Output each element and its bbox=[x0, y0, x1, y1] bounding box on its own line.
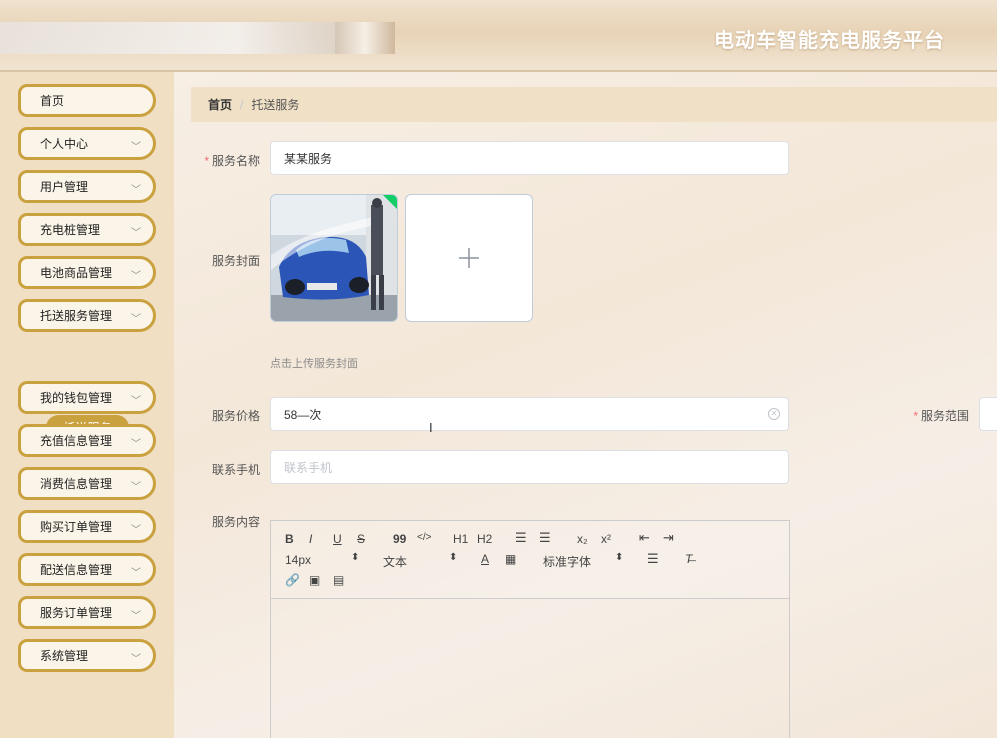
sidebar-item-personal-center[interactable]: 个人中心 ﹀ bbox=[18, 127, 156, 160]
sidebar-item-user-management[interactable]: 用户管理 ﹀ bbox=[18, 170, 156, 203]
strikethrough-icon[interactable]: S bbox=[357, 532, 365, 546]
chevron-down-icon: ﹀ bbox=[131, 611, 141, 622]
sidebar-item-label: 我的钱包管理 bbox=[40, 391, 113, 405]
contact-phone-label: 联系手机 bbox=[211, 463, 260, 477]
heading1-icon[interactable]: H1 bbox=[453, 532, 468, 546]
paragraph-select[interactable]: 文本 bbox=[383, 553, 407, 570]
clear-format-icon[interactable]: T̶ bbox=[685, 552, 692, 566]
chevron-down-icon: ﹀ bbox=[131, 439, 141, 450]
service-name-input[interactable]: 某某服务 bbox=[270, 141, 789, 175]
sidebar-item-label: 服务订单管理 bbox=[40, 606, 113, 620]
breadcrumb-home[interactable]: 首页 bbox=[208, 96, 232, 113]
service-price-value: 58—次 bbox=[284, 407, 322, 422]
sidebar-item-label: 充电桩管理 bbox=[40, 223, 101, 237]
chevron-down-icon: ﹀ bbox=[131, 654, 141, 665]
top-header: 电动车智能充电服务平台 bbox=[0, 0, 997, 72]
chevron-down-icon: ﹀ bbox=[131, 185, 141, 196]
sidebar-item-purchase-orders[interactable]: 购买订单管理 ﹀ bbox=[18, 510, 156, 543]
text-cursor-icon: I bbox=[429, 420, 433, 435]
subscript-icon[interactable]: x₂ bbox=[577, 532, 588, 546]
image-icon[interactable]: ▣ bbox=[309, 573, 320, 587]
sidebar-item-consumption[interactable]: 消费信息管理 ﹀ bbox=[18, 467, 156, 500]
chevron-down-icon: ﹀ bbox=[131, 271, 141, 282]
sidebar-item-label: 用户管理 bbox=[40, 180, 89, 194]
required-marker: * bbox=[204, 154, 209, 168]
service-price-input[interactable]: 58—次 ✕ bbox=[270, 397, 789, 431]
cover-image-thumbnail[interactable] bbox=[270, 194, 398, 322]
chevron-down-icon: ﹀ bbox=[131, 142, 141, 153]
required-marker: * bbox=[913, 409, 918, 423]
video-icon[interactable]: ▤ bbox=[333, 573, 344, 587]
clear-icon[interactable]: ✕ bbox=[768, 408, 780, 420]
upload-add-button[interactable] bbox=[405, 194, 533, 322]
paragraph-arrows-icon[interactable]: ⬍ bbox=[449, 552, 457, 563]
sidebar-item-label: 托送服务管理 bbox=[40, 309, 113, 323]
sidebar: 首页 个人中心 ﹀ 用户管理 ﹀ 充电桩管理 ﹀ 电池商品管理 ﹀ 托送服务管理 ﹀ 托送… bbox=[0, 72, 174, 738]
link-icon[interactable]: 🔗 bbox=[285, 573, 300, 587]
code-icon[interactable]: </> bbox=[417, 532, 431, 543]
editor-toolbar: B I U S 99 </> H1 H2 ☰ ☰ x₂ x² ⇤ ⇥ 14px … bbox=[271, 521, 789, 599]
background-color-icon[interactable]: ▦ bbox=[505, 552, 516, 566]
sidebar-item-label: 首页 bbox=[40, 94, 65, 108]
sidebar-item-home[interactable]: 首页 bbox=[18, 84, 156, 117]
chevron-down-icon: ﹀ bbox=[131, 525, 141, 536]
service-price-label: 服务价格 bbox=[211, 409, 260, 423]
blockquote-icon[interactable]: 99 bbox=[393, 532, 406, 546]
chevron-down-icon: ﹀ bbox=[131, 568, 141, 579]
upload-tip: 点击上传服务封面 bbox=[270, 358, 358, 370]
font-color-icon[interactable]: A bbox=[481, 552, 489, 566]
sidebar-item-recharge[interactable]: 充值信息管理 ﹀ bbox=[18, 424, 156, 457]
chevron-down-icon: ﹀ bbox=[131, 228, 141, 239]
sidebar-item-wallet[interactable]: 我的钱包管理 ﹀ bbox=[18, 381, 156, 414]
sidebar-item-charging-pile[interactable]: 充电桩管理 ﹀ bbox=[18, 213, 156, 246]
sidebar-item-system[interactable]: 系统管理 ﹀ bbox=[18, 639, 156, 672]
breadcrumb-separator: / bbox=[240, 97, 244, 112]
main-content: 首页 / 托送服务 * 服务名称 某某服务 服务封面 点击上传服务封面 服务价格… bbox=[174, 72, 997, 738]
italic-icon[interactable]: I bbox=[309, 532, 312, 546]
align-icon[interactable]: ☰ bbox=[647, 551, 659, 567]
font-size-select[interactable]: 14px bbox=[285, 553, 311, 567]
sidebar-item-towing-service[interactable]: 托送服务管理 ﹀ bbox=[18, 299, 156, 332]
sidebar-item-delivery[interactable]: 配送信息管理 ﹀ bbox=[18, 553, 156, 586]
ordered-list-icon[interactable]: ☰ bbox=[515, 530, 527, 546]
superscript-icon[interactable]: x² bbox=[601, 532, 611, 546]
font-family-arrows-icon[interactable]: ⬍ bbox=[615, 552, 623, 563]
sidebar-item-label: 系统管理 bbox=[40, 649, 89, 663]
font-family-select[interactable]: 标准字体 bbox=[543, 553, 591, 570]
chevron-down-icon: ﹀ bbox=[131, 314, 141, 325]
sidebar-item-label: 购买订单管理 bbox=[40, 520, 113, 534]
sidebar-item-label: 充值信息管理 bbox=[40, 434, 113, 448]
sidebar-item-label: 电池商品管理 bbox=[40, 266, 113, 280]
car-wash-image bbox=[271, 195, 397, 321]
font-size-arrows-icon[interactable]: ⬍ bbox=[351, 552, 359, 563]
sidebar-item-battery-goods[interactable]: 电池商品管理 ﹀ bbox=[18, 256, 156, 289]
chevron-down-icon: ﹀ bbox=[131, 482, 141, 493]
app-title: 电动车智能充电服务平台 bbox=[714, 30, 945, 52]
service-scope-label: * 服务范围 bbox=[913, 409, 969, 423]
chevron-down-icon: ﹀ bbox=[131, 396, 141, 407]
breadcrumb-current: 托送服务 bbox=[251, 98, 300, 112]
plus-icon bbox=[459, 248, 479, 268]
service-content-label: 服务内容 bbox=[211, 515, 260, 529]
service-cover-label: 服务封面 bbox=[211, 254, 260, 268]
rich-text-editor[interactable]: B I U S 99 </> H1 H2 ☰ ☰ x₂ x² ⇤ ⇥ 14px … bbox=[270, 520, 790, 738]
underline-icon[interactable]: U bbox=[333, 532, 342, 546]
contact-phone-input[interactable]: 联系手机 bbox=[270, 450, 789, 484]
sidebar-item-label: 消费信息管理 bbox=[40, 477, 113, 491]
sidebar-item-service-orders[interactable]: 服务订单管理 ﹀ bbox=[18, 596, 156, 629]
indent-icon[interactable]: ⇥ bbox=[663, 530, 674, 546]
sidebar-item-label: 配送信息管理 bbox=[40, 563, 113, 577]
sidebar-item-label: 个人中心 bbox=[40, 137, 89, 151]
heading2-icon[interactable]: H2 bbox=[477, 532, 492, 546]
bold-icon[interactable]: B bbox=[285, 532, 294, 546]
breadcrumb: 首页 / 托送服务 bbox=[191, 87, 997, 122]
editor-content-area[interactable] bbox=[271, 599, 789, 738]
service-name-label: * 服务名称 bbox=[204, 154, 260, 168]
unordered-list-icon[interactable]: ☰ bbox=[539, 530, 551, 546]
outdent-icon[interactable]: ⇤ bbox=[639, 530, 650, 546]
header-decoration-highlight bbox=[335, 22, 395, 54]
service-scope-input[interactable] bbox=[979, 397, 997, 431]
